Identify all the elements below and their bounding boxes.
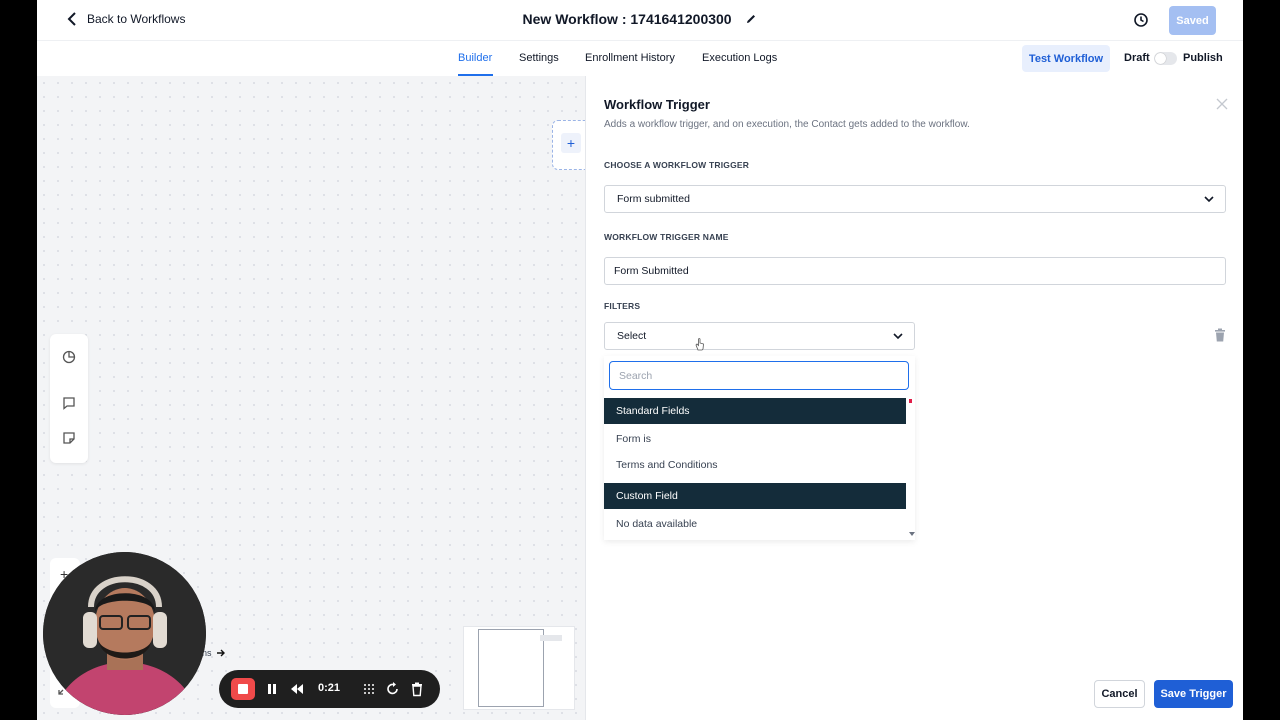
- choose-trigger-label: CHOOSE A WORKFLOW TRIGGER: [604, 160, 750, 170]
- tab-builder[interactable]: Builder: [458, 52, 492, 64]
- hand-cursor-icon: [695, 338, 704, 351]
- group-header-custom-field: Custom Field: [604, 483, 906, 509]
- minimap-viewport: [478, 629, 544, 707]
- option-form-is[interactable]: Form is: [616, 433, 651, 445]
- close-icon[interactable]: [1216, 98, 1228, 110]
- no-data-text: No data available: [616, 518, 698, 530]
- trigger-panel: Workflow Trigger Adds a workflow trigger…: [585, 76, 1243, 720]
- pause-icon[interactable]: [265, 681, 279, 697]
- history-icon[interactable]: [1133, 12, 1149, 28]
- scroll-down-arrow-icon[interactable]: [909, 532, 915, 536]
- chevron-down-icon: [1204, 196, 1214, 203]
- delete-recording-icon[interactable]: [410, 681, 424, 697]
- saved-button[interactable]: Saved: [1169, 6, 1216, 35]
- workflow-tabs-bar: Builder Settings Enrollment History Exec…: [37, 41, 1243, 76]
- publish-toggle[interactable]: [1154, 52, 1177, 65]
- top-header: Back to Workflows New Workflow : 1741641…: [37, 0, 1243, 41]
- filter-select-value: Select: [617, 330, 647, 342]
- trigger-name-field[interactable]: Form Submitted: [604, 257, 1226, 285]
- trash-icon[interactable]: [1214, 328, 1226, 342]
- trigger-name-value: Form Submitted: [614, 265, 689, 277]
- draft-label: Draft: [1124, 52, 1150, 64]
- arrow-right-icon: [216, 649, 225, 657]
- filter-select[interactable]: Select: [604, 322, 915, 351]
- presenter-video: [43, 552, 206, 715]
- trigger-select[interactable]: Form submitted: [604, 185, 1226, 213]
- minimap-node: [540, 635, 562, 641]
- filters-label: FILTERS: [604, 301, 641, 311]
- rewind-icon[interactable]: [290, 681, 304, 697]
- test-workflow-button[interactable]: Test Workflow: [1022, 45, 1110, 72]
- workflow-title[interactable]: New Workflow : 1741641200300: [37, 11, 1243, 27]
- pie-chart-icon[interactable]: [62, 350, 76, 364]
- plus-icon[interactable]: +: [561, 133, 581, 153]
- option-terms-and-conditions[interactable]: Terms and Conditions: [616, 459, 718, 471]
- panel-subtitle: Adds a workflow trigger, and on executio…: [604, 119, 970, 130]
- toggle-knob: [1155, 53, 1166, 64]
- trigger-name-label: WORKFLOW TRIGGER NAME: [604, 232, 729, 242]
- recording-timer: 0:21: [318, 682, 341, 694]
- screen-recorder-bar: 0:21: [219, 670, 440, 708]
- restart-icon[interactable]: [386, 681, 400, 697]
- stop-recording-button[interactable]: [231, 678, 255, 700]
- app-frame: Back to Workflows New Workflow : 1741641…: [37, 0, 1243, 720]
- publish-label: Publish: [1183, 52, 1223, 64]
- panel-title: Workflow Trigger: [604, 97, 710, 112]
- edit-pencil-icon[interactable]: [745, 13, 757, 25]
- tab-execution-logs[interactable]: Execution Logs: [702, 52, 777, 64]
- save-trigger-button[interactable]: Save Trigger: [1154, 680, 1233, 708]
- tab-enrollment-history[interactable]: Enrollment History: [585, 52, 675, 64]
- cancel-button[interactable]: Cancel: [1094, 680, 1145, 708]
- scrollbar-indicator: [909, 399, 912, 403]
- chevron-down-icon: [893, 333, 903, 340]
- minimap[interactable]: [463, 626, 575, 710]
- filter-dropdown: Standard Fields Form is Terms and Condit…: [604, 356, 915, 540]
- webcam-overlay: [43, 552, 206, 715]
- tab-settings[interactable]: Settings: [519, 52, 559, 64]
- workflow-title-text: New Workflow : 1741641200300: [522, 11, 732, 27]
- canvas-toolbar: [50, 334, 88, 463]
- comment-icon[interactable]: [62, 396, 76, 410]
- group-header-standard-fields: Standard Fields: [604, 398, 906, 424]
- trigger-select-value: Form submitted: [617, 193, 690, 205]
- grid-dots-icon[interactable]: [362, 681, 376, 697]
- sticky-note-icon[interactable]: [62, 431, 76, 445]
- filter-search-input[interactable]: [609, 361, 909, 390]
